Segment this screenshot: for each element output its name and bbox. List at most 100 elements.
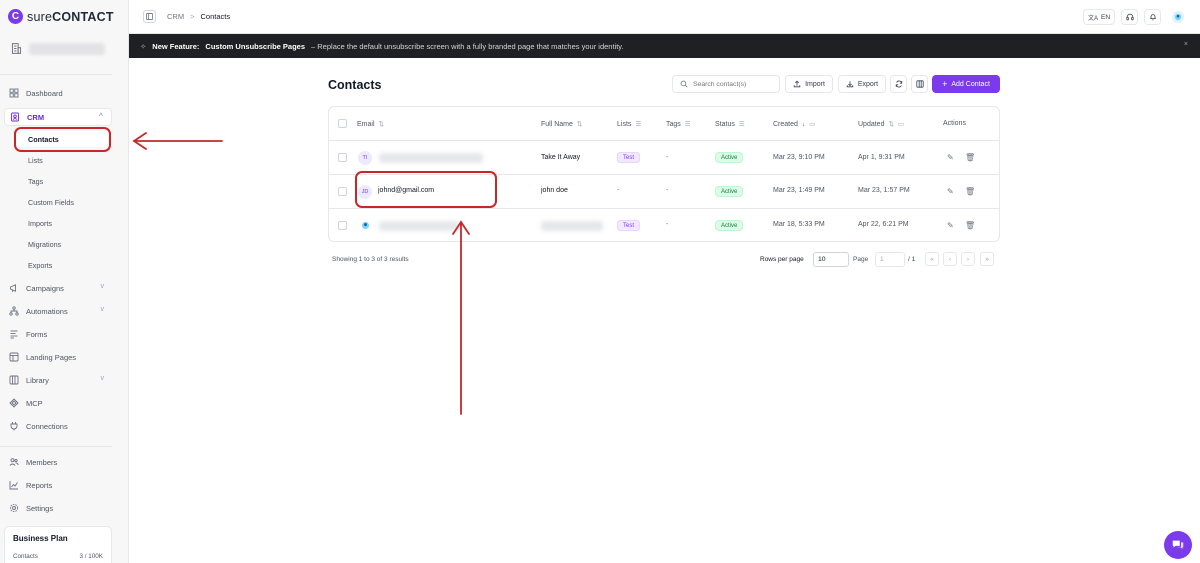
sidebar-subitem-lists[interactable]: Lists [16,152,108,168]
filter-icon[interactable]: ☰ [635,120,641,128]
calendar-icon[interactable]: ▭ [898,120,904,128]
filter-icon[interactable]: ☰ [685,120,691,128]
column-updated[interactable]: Updated ⇅ ▭ [858,120,904,129]
trash-icon[interactable]: 🗑 [965,221,975,230]
column-full-name[interactable]: Full Name ⇅ [541,120,582,129]
breadcrumb-crm[interactable]: CRM [167,12,184,21]
column-status[interactable]: Status ☰ [715,120,745,129]
language-button[interactable]: 文A EN [1083,9,1115,25]
contact-email-redacted[interactable] [379,221,459,231]
contact-full-name[interactable]: john doe [541,187,568,194]
rows-per-page-select[interactable]: 10 [813,252,849,267]
sidebar-item-label: Automations [26,306,68,316]
brand-name: sureCONTACT [27,9,114,24]
sidebar-subitem-tags[interactable]: Tags [16,173,108,189]
first-page-button[interactable]: « [925,252,939,266]
sort-desc-icon[interactable]: ↓ [802,121,805,128]
row-checkbox[interactable] [338,153,347,162]
import-button[interactable]: Import [785,75,833,93]
filter-icon[interactable]: ☰ [739,120,745,128]
sort-icon[interactable]: ⇅ [888,120,893,128]
table-row[interactable]: Test - Active Mar 18, 5:33 PM Apr 22, 6:… [329,209,999,241]
last-page-button[interactable]: » [980,252,994,266]
sidebar-subitem-migrations[interactable]: Migrations [16,236,108,252]
trash-icon[interactable]: 🗑 [965,153,975,162]
sidebar-item-connections[interactable]: Connections [4,417,112,435]
feature-banner: ✧ New Feature: Custom Unsubscribe Pages … [129,34,1200,58]
sidebar-item-automations[interactable]: Automations v [4,302,112,320]
select-all-checkbox[interactable] [338,119,347,128]
sidebar-item-label: Library [26,375,49,385]
user-avatar[interactable] [1172,11,1184,23]
bell-icon [1149,14,1156,21]
updated-date: Apr 1, 9:31 PM [858,154,905,161]
column-email[interactable]: Email ⇅ [357,120,384,129]
export-button[interactable]: Export [838,75,886,93]
page-input[interactable]: 1 [875,252,905,267]
edit-icon[interactable]: ✎ [947,187,954,196]
sort-icon[interactable]: ⇅ [577,120,582,128]
edit-icon[interactable]: ✎ [947,221,954,230]
sidebar-item-settings[interactable]: Settings [4,499,112,517]
list-badge: Test [617,152,641,163]
refresh-button[interactable] [890,75,907,93]
notifications-button[interactable] [1144,9,1161,25]
brand-logo[interactable]: C sureCONTACT [8,9,114,24]
building-icon [11,43,22,54]
list-badge: Test [617,220,641,231]
search-input[interactable] [693,80,773,88]
sidebar-subitem-exports[interactable]: Exports [16,257,108,273]
sidebar-item-crm[interactable]: CRM ^ [4,108,112,126]
column-tags[interactable]: Tags ☰ [666,120,691,129]
sidebar-item-reports[interactable]: Reports [4,476,112,494]
download-icon [846,81,854,88]
sidebar-item-label: Dashboard [26,88,63,98]
plan-card[interactable]: Business Plan Contacts 3 / 100K [4,526,112,563]
annotation-highlight-contacts [14,127,111,152]
contact-lists: - [617,187,620,194]
chart-icon [9,480,19,490]
organization-switcher[interactable] [10,42,105,55]
chat-button[interactable] [1164,531,1192,559]
sidebar-item-mcp[interactable]: MCP [4,394,112,412]
contact-full-name-redacted[interactable] [541,221,603,231]
sidebar-item-label: Members [26,457,58,467]
edit-icon[interactable]: ✎ [947,153,954,162]
support-button[interactable] [1121,9,1138,25]
sidebar-item-landing-pages[interactable]: Landing Pages [4,348,112,366]
next-page-button[interactable]: › [961,252,975,266]
close-icon[interactable]: × [1184,41,1188,48]
banner-title[interactable]: Custom Unsubscribe Pages [205,42,305,51]
row-checkbox[interactable] [338,221,347,230]
table-row[interactable]: TI Take It Away Test - Active Mar 23, 9:… [329,141,999,175]
add-contact-button[interactable]: + Add Contact [932,75,1000,93]
prev-page-button[interactable]: ‹ [943,252,957,266]
columns-icon [915,80,924,88]
sidebar-subitem-custom-fields[interactable]: Custom Fields [16,194,108,210]
column-lists[interactable]: Lists ☰ [617,120,641,129]
contact-email-redacted[interactable] [379,153,483,163]
columns-button[interactable] [911,75,928,93]
calendar-icon[interactable]: ▭ [809,120,815,128]
plan-title: Business Plan [13,534,68,543]
row-checkbox[interactable] [338,187,347,196]
sidebar-item-library[interactable]: Library v [4,371,112,389]
plan-contacts-label: Contacts [13,553,38,560]
search-field[interactable] [672,75,780,93]
sidebar-toggle-button[interactable] [143,10,156,23]
sidebar-item-members[interactable]: Members [4,453,112,471]
contact-full-name[interactable]: Take It Away [541,154,580,161]
sidebar-subitem-imports[interactable]: Imports [16,215,108,231]
column-created[interactable]: Created ↓ ▭ [773,120,815,129]
mcp-icon [9,398,19,408]
sidebar-item-label: Campaigns [26,283,64,293]
sort-icon[interactable]: ⇅ [379,120,384,128]
sidebar-item-dashboard[interactable]: Dashboard [4,84,112,102]
sidebar-item-forms[interactable]: Forms [4,325,112,343]
top-bar: CRM > Contacts 文A EN [129,0,1200,34]
page-label: Page [853,256,869,263]
sidebar-item-label: Settings [26,503,54,513]
sidebar-item-campaigns[interactable]: Campaigns v [4,279,112,297]
megaphone-icon [9,283,19,293]
trash-icon[interactable]: 🗑 [965,187,975,196]
